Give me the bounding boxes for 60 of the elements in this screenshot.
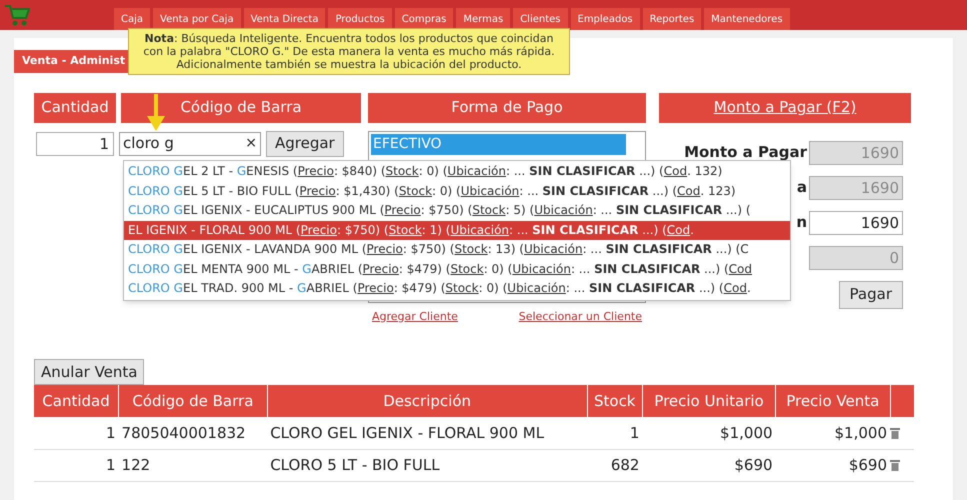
nav-tab[interactable]: Compras	[394, 8, 454, 30]
table-cell: 7805040001832	[118, 417, 268, 449]
table-cell: 1	[34, 417, 119, 449]
table-cell: $690	[776, 449, 890, 481]
column-header: Forma de Pago	[368, 92, 646, 122]
table-cell: 682	[587, 449, 642, 481]
amount-field[interactable]: 1690	[809, 210, 903, 234]
suggestion-item[interactable]: CLORO GEL TRAD. 900 ML - GABRIEL (Precio: $479) (Stock: 0) (Ubicación: ... SIN CLASIFICAR ...) (Cod.	[124, 279, 755, 298]
suggestion-item[interactable]: CLORO GEL IGENIX - EUCALIPTUS 900 ML (Precio: $750) (Stock: 5) (Ubicación: ... SIN CLASIFICAR ...) (	[124, 201, 755, 220]
clear-icon[interactable]: ×	[245, 133, 257, 154]
table-cell: $1,000	[776, 417, 890, 449]
column-header: Código de Barra	[121, 92, 361, 122]
table-header: Stock	[587, 385, 642, 417]
amount-label: a	[796, 177, 807, 198]
tooltip: Nota: Búsqueda Inteligente. Encuentra todos los productos que coincidan con la palabra "CLORO G." De esta manera la venta es mucho más rápida. Adicionalmente también se muestra la ubicación del producto.	[128, 28, 570, 75]
table-header: Descripción	[267, 385, 588, 417]
suggestion-item[interactable]: CLORO GEL 5 LT - BIO FULL (Precio: $1,430) (Stock: 0) (Ubicación: ... SIN CLASIFICAR ...) (Cod. 123)	[124, 182, 740, 201]
pay-button[interactable]: Pagar	[838, 280, 903, 308]
suggestion-item[interactable]: CLORO GEL 2 LT - GENESIS (Precio: $840) (Stock: 0) (Ubicación: ... SIN CLASIFICAR ...) (Cod. 132)	[124, 162, 726, 182]
table-header: Precio Venta	[776, 385, 890, 417]
trash-icon[interactable]	[890, 459, 900, 471]
table-header: Precio Unitario	[642, 385, 776, 417]
suggestion-item[interactable]: CLORO GEL MENTA 900 ML - GABRIEL (Precio: $479) (Stock: 0) (Ubicación: ... SIN CLASIFICAR ...) (Cod	[124, 260, 756, 279]
amount-field: 0	[809, 246, 903, 270]
amount-field: 1690	[809, 176, 903, 200]
suggestion-item[interactable]: CLORO GEL IGENIX - LAVANDA 900 ML (Precio: $750) (Stock: 13) (Ubicación: ... SIN CLASIFICAR ...) (C	[124, 240, 753, 260]
cancel-sale-button[interactable]: Anular Venta	[34, 359, 144, 385]
arrow-icon	[146, 94, 166, 132]
nav-tab[interactable]: Clientes	[513, 8, 568, 30]
nav-tab[interactable]: Productos	[328, 8, 392, 30]
payment-option[interactable]: EFECTIVO	[371, 134, 626, 154]
table-cell: 122	[118, 449, 268, 481]
client-link[interactable]: Seleccionar un Cliente	[518, 308, 642, 325]
table-cell: 1	[587, 417, 642, 449]
nav-tab[interactable]: Mermas	[456, 8, 510, 30]
trash-icon[interactable]	[890, 426, 900, 439]
table-cell: 1	[34, 449, 119, 481]
nav-tab[interactable]: Reportes	[642, 8, 702, 30]
client-link[interactable]: Agregar Cliente	[372, 308, 458, 325]
nav-tab[interactable]: Venta Directa	[244, 8, 326, 30]
nav-tab[interactable]: Empleados	[570, 8, 640, 30]
header-background	[890, 385, 914, 417]
quantity-field[interactable]: 1	[36, 132, 114, 156]
table-cell: CLORO GEL IGENIX - FLORAL 900 ML	[267, 417, 588, 449]
amount-label: n	[796, 212, 807, 234]
amount-header-link[interactable]: Monto a Pagar (F2)	[659, 92, 911, 122]
table-header: Cantidad	[34, 385, 119, 417]
amount-field: 1690	[809, 140, 903, 164]
table-cell: $1,000	[642, 417, 776, 449]
add-button[interactable]: Agregar	[266, 130, 344, 156]
amount-label: Monto a Pagar	[684, 142, 807, 164]
suggestion-item[interactable]: EL IGENIX - FLORAL 900 ML (Precio: $750) (Stock: 1) (Ubicación: ... SIN CLASIFICAR ...) (Cod.	[124, 220, 790, 240]
table-header: Código de Barra	[118, 385, 268, 417]
table-cell: $690	[642, 449, 776, 481]
nav-tab[interactable]: Mantenedores	[704, 8, 790, 30]
search-field[interactable]: cloro g ×	[119, 132, 261, 156]
column-header: Cantidad	[34, 92, 116, 122]
table-cell: CLORO 5 LT - BIO FULL	[267, 449, 588, 481]
nav-tab[interactable]: Venta por Caja	[153, 8, 241, 30]
nav-tab[interactable]: Caja	[114, 8, 150, 30]
